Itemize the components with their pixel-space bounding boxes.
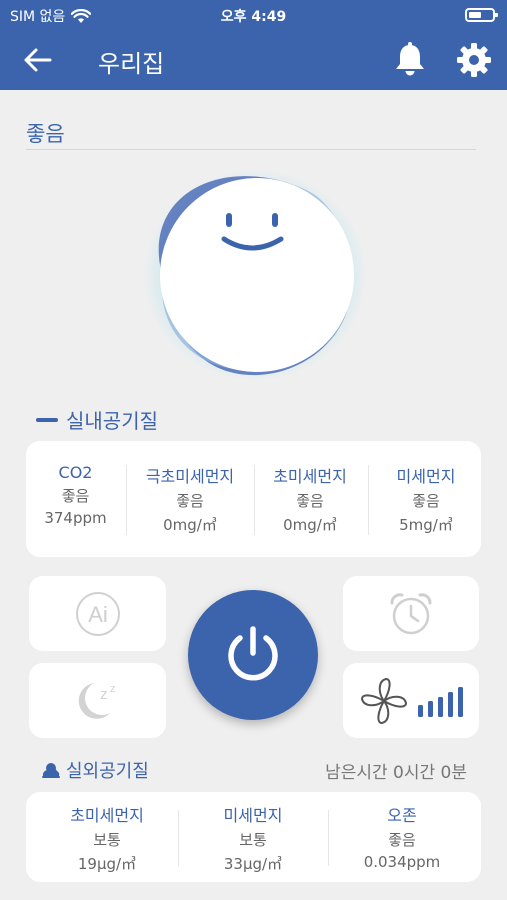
- metric-value: 374ppm: [44, 509, 107, 527]
- bell-icon[interactable]: [393, 42, 427, 78]
- page-title: 우리집: [98, 50, 165, 78]
- app-bar: 우리집: [0, 30, 507, 90]
- metric-status: 보통: [93, 831, 121, 849]
- ai-label: Ai: [88, 602, 108, 627]
- indoor-metrics-card: CO2 좋음 374ppm 극초미세먼지 좋음 0mg/㎥ 초미세먼지 좋음 0…: [26, 441, 481, 557]
- metric-separator: [368, 465, 369, 535]
- outdoor-section-header: 실외공기질: [40, 757, 149, 783]
- section-marker: [36, 417, 58, 422]
- indoor-metric-co2: CO2 좋음 374ppm: [28, 463, 123, 527]
- metric-status: 좋음: [388, 831, 416, 849]
- smiling-face-icon: [143, 169, 367, 381]
- metric-status: 좋음: [412, 492, 440, 510]
- fan-icon: [361, 677, 407, 724]
- metric-name: 미세먼지: [396, 467, 456, 486]
- ai-mode-button[interactable]: Ai: [29, 576, 166, 651]
- metric-value: 0mg/㎥: [283, 516, 337, 534]
- metric-value: 0mg/㎥: [163, 516, 217, 534]
- svg-text:z: z: [110, 683, 116, 695]
- metric-status: 좋음: [176, 492, 204, 510]
- indoor-section-title: 실내공기질: [66, 409, 158, 433]
- metric-value: 33μg/㎥: [223, 855, 283, 873]
- outdoor-metric-fine-dust-pm10: 미세먼지 보통 33μg/㎥: [178, 802, 328, 874]
- air-quality-status: 좋음: [26, 122, 65, 146]
- indoor-metric-fine-dust-pm10: 미세먼지 좋음 5mg/㎥: [374, 463, 478, 535]
- outdoor-metric-ozone: 오존 좋음 0.034ppm: [326, 802, 478, 871]
- remaining-time: 남은시간 0시간 0분: [325, 763, 467, 783]
- alarm-clock-icon: [390, 592, 432, 634]
- metric-name: 오존: [387, 806, 417, 825]
- status-bar: SIM 없음 오후 4:49: [0, 0, 507, 30]
- sleep-moon-icon: z z: [78, 682, 116, 719]
- outdoor-section-title: 실외공기질: [66, 761, 149, 782]
- svg-text:z: z: [100, 686, 108, 703]
- metric-name: 초미세먼지: [273, 467, 347, 486]
- metric-status: 좋음: [61, 487, 90, 505]
- metric-value: 5mg/㎥: [399, 516, 453, 534]
- battery-icon: [465, 8, 498, 22]
- weather-cloud-icon: [42, 763, 60, 778]
- power-icon: [228, 626, 278, 681]
- metric-name: 극초미세먼지: [145, 467, 235, 486]
- metric-value: 0.034ppm: [363, 853, 441, 871]
- metric-name: 미세먼지: [223, 806, 283, 825]
- outdoor-metrics-card: 초미세먼지 보통 19μg/㎥ 미세먼지 보통 33μg/㎥ 오존 좋음 0.0…: [26, 792, 481, 882]
- fan-speed-button[interactable]: [343, 663, 479, 738]
- metric-value: 19μg/㎥: [77, 855, 137, 873]
- metric-separator: [126, 465, 127, 535]
- metric-separator: [254, 465, 255, 535]
- timer-button[interactable]: [343, 576, 479, 651]
- metric-name: CO2: [58, 463, 93, 482]
- indoor-metric-fine-dust-pm25: 초미세먼지 좋음 0mg/㎥: [258, 463, 362, 535]
- metric-name: 초미세먼지: [70, 806, 144, 825]
- metric-status: 보통: [239, 831, 267, 849]
- ai-icon: Ai: [75, 591, 120, 636]
- metric-status: 좋음: [296, 492, 324, 510]
- indoor-metric-ultrafine-dust: 극초미세먼지 좋음 0mg/㎥: [130, 463, 250, 535]
- fan-level-icon: [418, 686, 463, 717]
- back-arrow-icon[interactable]: [22, 46, 54, 74]
- gear-icon[interactable]: [456, 42, 492, 78]
- status-time: 오후 4:49: [220, 9, 287, 25]
- divider: [26, 149, 476, 150]
- power-button[interactable]: [188, 590, 318, 720]
- sleep-mode-button[interactable]: z z: [29, 663, 166, 738]
- indoor-section-header: 실내공기질: [36, 405, 158, 434]
- outdoor-metric-fine-dust-pm25: 초미세먼지 보통 19μg/㎥: [32, 802, 182, 874]
